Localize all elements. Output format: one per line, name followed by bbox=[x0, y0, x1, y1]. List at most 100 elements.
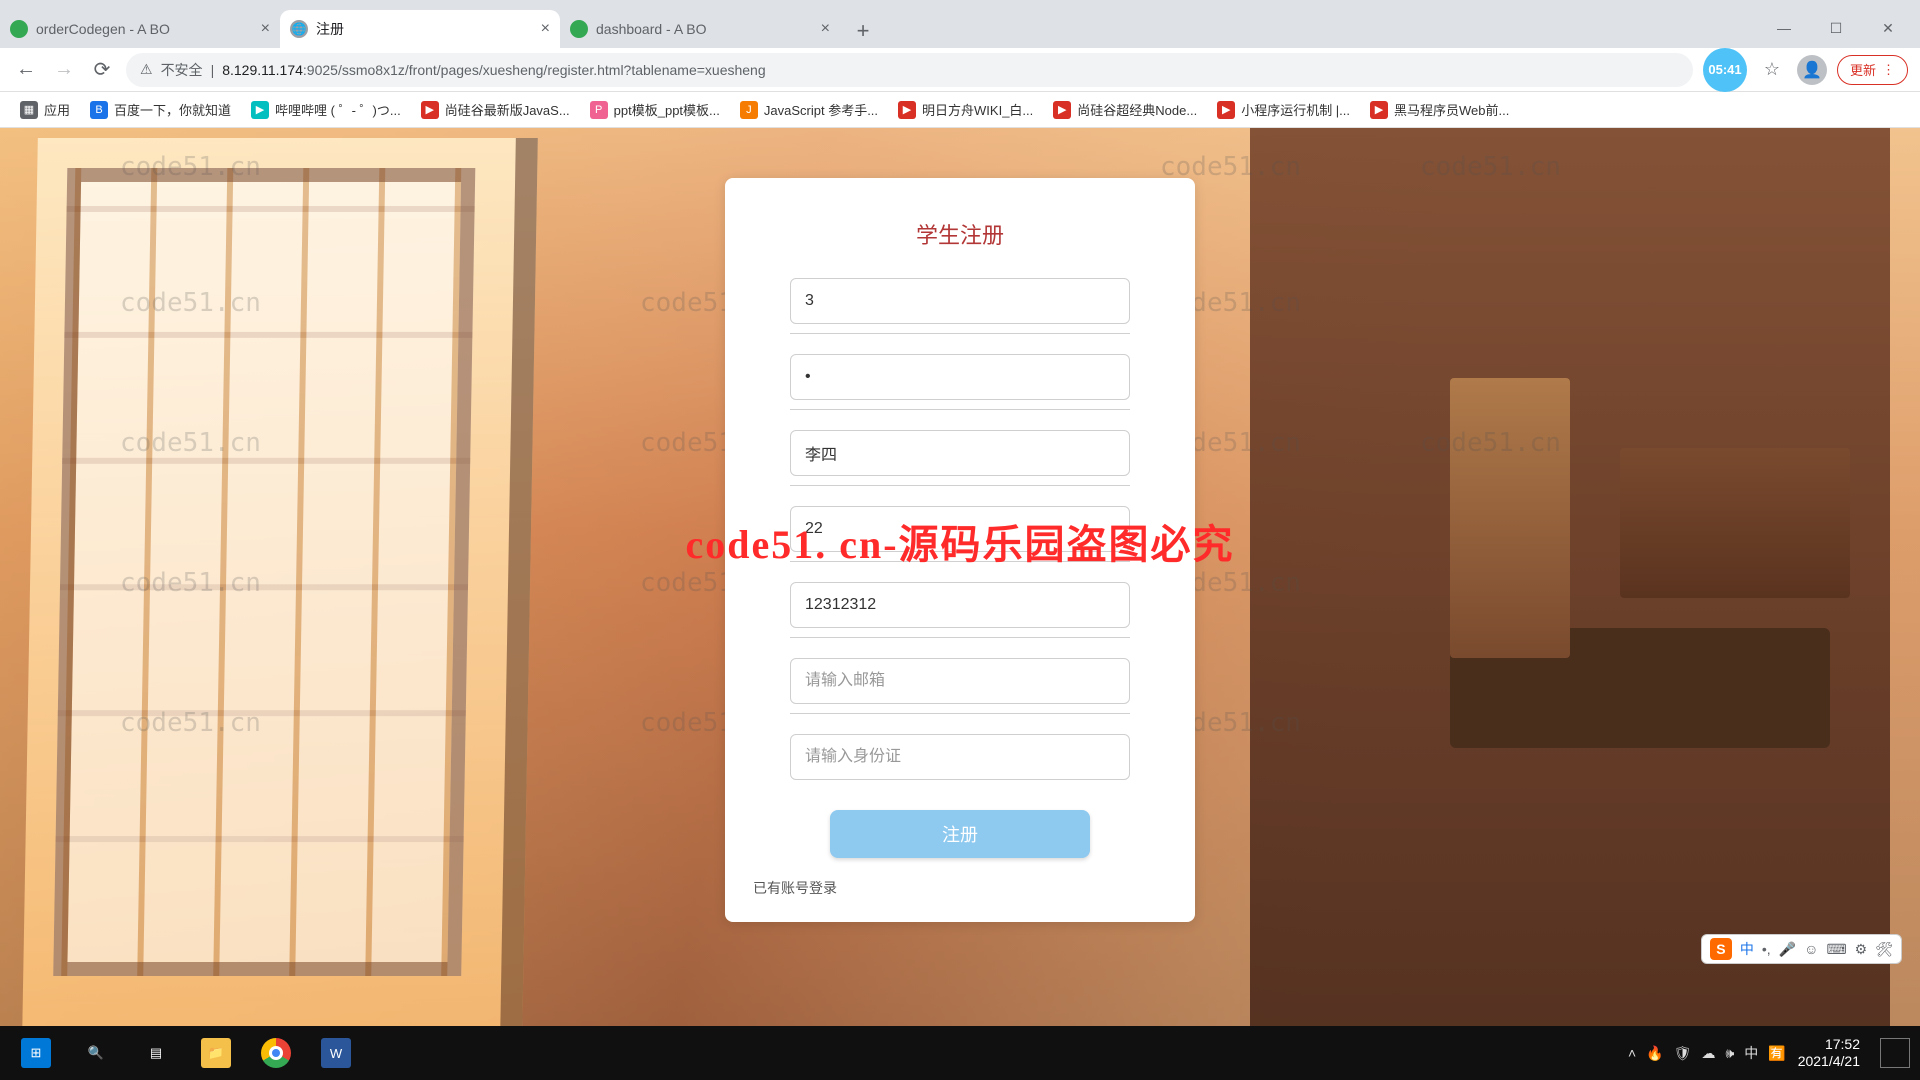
bookmark-bilibili[interactable]: ▶哔哩哔哩 ( ゜- ゜)つ... bbox=[243, 96, 409, 123]
tab-title: 注册 bbox=[316, 19, 533, 39]
bookmark-icon: ▶ bbox=[1053, 101, 1071, 119]
ime-tool-icon[interactable]: 🛠 bbox=[1875, 941, 1893, 958]
apps-icon: ▦ bbox=[20, 101, 38, 119]
idcard-input[interactable] bbox=[790, 734, 1130, 780]
tray-flame-icon[interactable]: 🔥 bbox=[1646, 1045, 1663, 1062]
extension-badge[interactable]: 05:41 bbox=[1703, 48, 1747, 92]
favicon-icon bbox=[10, 20, 28, 38]
username-input[interactable] bbox=[790, 278, 1130, 324]
security-label: 不安全 bbox=[161, 60, 203, 80]
back-button[interactable]: ← bbox=[12, 56, 40, 84]
bookmark-star-icon[interactable]: ☆ bbox=[1757, 55, 1787, 85]
word-icon: W bbox=[321, 1038, 351, 1068]
forward-button[interactable]: → bbox=[50, 56, 78, 84]
age-input[interactable] bbox=[790, 506, 1130, 552]
page-content: code51.cn code51.cn code51.cn code51.cn … bbox=[0, 128, 1920, 1026]
clock-time: 17:52 bbox=[1798, 1036, 1860, 1053]
close-icon[interactable]: × bbox=[261, 20, 270, 38]
background-decor bbox=[22, 138, 538, 1026]
card-title: 学生注册 bbox=[753, 218, 1167, 250]
bookmark-javas[interactable]: ▶尚硅谷最新版JavaS... bbox=[413, 96, 578, 123]
bookmark-icon: P bbox=[590, 101, 608, 119]
search-icon: 🔍 bbox=[81, 1038, 111, 1068]
bookmark-arknights[interactable]: ▶明日方舟WIKI_白... bbox=[890, 96, 1041, 123]
address-row: ← → ⟳ ⚠ 不安全 | 8.129.11.174:9025/ssmo8x1z… bbox=[0, 48, 1920, 92]
bookmarks-bar: ▦ 应用 B百度一下，你就知道 ▶哔哩哔哩 ( ゜- ゜)つ... ▶尚硅谷最新… bbox=[0, 92, 1920, 128]
bookmark-icon: ▶ bbox=[898, 101, 916, 119]
bookmark-ppt[interactable]: Pppt模板_ppt模板... bbox=[582, 96, 728, 123]
browser-tab-strip: orderCodegen - A BO × 🌐 注册 × dashboard -… bbox=[0, 0, 1920, 48]
close-window-button[interactable]: ✕ bbox=[1864, 8, 1912, 48]
bookmark-icon: J bbox=[740, 101, 758, 119]
apps-button[interactable]: ▦ 应用 bbox=[12, 96, 78, 123]
separator: | bbox=[211, 62, 215, 78]
favicon-icon bbox=[570, 20, 588, 38]
address-bar[interactable]: ⚠ 不安全 | 8.129.11.174:9025/ssmo8x1z/front… bbox=[126, 53, 1693, 87]
tabs-container: orderCodegen - A BO × 🌐 注册 × dashboard -… bbox=[0, 0, 880, 48]
taskbar-clock[interactable]: 17:52 2021/4/21 bbox=[1798, 1036, 1860, 1070]
tray-lang-icon[interactable]: 中 bbox=[1744, 1043, 1758, 1063]
window-controls: — ☐ ✕ bbox=[1760, 8, 1912, 48]
profile-avatar[interactable]: 👤 bbox=[1797, 55, 1827, 85]
tray-shield-icon[interactable]: 🛡 bbox=[1674, 1045, 1692, 1062]
bookmark-icon: ▶ bbox=[1217, 101, 1235, 119]
explorer-button[interactable]: 📁 bbox=[190, 1026, 242, 1080]
ime-mic-icon[interactable]: 🎤 bbox=[1779, 941, 1796, 958]
bookmark-icon: ▶ bbox=[1370, 101, 1388, 119]
menu-icon: ⋮ bbox=[1882, 62, 1895, 78]
password-input[interactable] bbox=[790, 354, 1130, 400]
tray-cloud-icon[interactable]: ☁ bbox=[1701, 1045, 1715, 1062]
start-button[interactable]: ⊞ bbox=[10, 1026, 62, 1080]
new-tab-button[interactable]: + bbox=[846, 14, 880, 48]
system-tray[interactable]: ˄ 🔥 🛡 ☁ 🕪 中 🈶 bbox=[1628, 1043, 1786, 1063]
email-input[interactable] bbox=[790, 658, 1130, 704]
close-icon[interactable]: × bbox=[821, 20, 830, 38]
tab-dashboard[interactable]: dashboard - A BO × bbox=[560, 10, 840, 48]
globe-icon: 🌐 bbox=[290, 20, 308, 38]
tab-order-codegen[interactable]: orderCodegen - A BO × bbox=[0, 10, 280, 48]
ime-face-icon[interactable]: ☺ bbox=[1804, 941, 1818, 957]
taskbar: ⊞ 🔍 ▤ 📁 W ˄ 🔥 🛡 ☁ 🕪 中 🈶 17:52 2021/4/21 bbox=[0, 1026, 1920, 1080]
bookmark-icon: B bbox=[90, 101, 108, 119]
ime-toolbar[interactable]: S 中 •, 🎤 ☺ ⌨ ⚙ 🛠 bbox=[1701, 934, 1902, 964]
tab-register[interactable]: 🌐 注册 × bbox=[280, 10, 560, 48]
ime-keyboard-icon[interactable]: ⌨ bbox=[1826, 941, 1846, 958]
taskview-icon: ▤ bbox=[141, 1038, 171, 1068]
maximize-button[interactable]: ☐ bbox=[1812, 8, 1860, 48]
register-button[interactable]: 注册 bbox=[830, 810, 1090, 858]
word-button[interactable]: W bbox=[310, 1026, 362, 1080]
bookmark-miniprogram[interactable]: ▶小程序运行机制 |... bbox=[1209, 96, 1358, 123]
ime-brand-icon: S bbox=[1710, 938, 1732, 960]
bookmark-node[interactable]: ▶尚硅谷超经典Node... bbox=[1045, 96, 1205, 123]
ime-punct-icon[interactable]: •, bbox=[1762, 941, 1771, 957]
notification-button[interactable] bbox=[1880, 1038, 1910, 1068]
update-button[interactable]: 更新⋮ bbox=[1837, 55, 1908, 85]
tray-up-icon[interactable]: ˄ bbox=[1628, 1045, 1636, 1061]
url-text: 8.129.11.174:9025/ssmo8x1z/front/pages/x… bbox=[222, 62, 765, 78]
login-link[interactable]: 已有账号登录 bbox=[753, 878, 1167, 898]
task-view-button[interactable]: ▤ bbox=[130, 1026, 182, 1080]
folder-icon: 📁 bbox=[201, 1038, 231, 1068]
chrome-button[interactable] bbox=[250, 1026, 302, 1080]
tab-title: orderCodegen - A BO bbox=[36, 21, 253, 37]
bookmark-js-ref[interactable]: JJavaScript 参考手... bbox=[732, 96, 886, 123]
phone-input[interactable] bbox=[790, 582, 1130, 628]
close-icon[interactable]: × bbox=[541, 20, 550, 38]
ime-gear-icon[interactable]: ⚙ bbox=[1855, 941, 1868, 958]
warning-icon: ⚠ bbox=[140, 61, 153, 78]
minimize-button[interactable]: — bbox=[1760, 8, 1808, 48]
ime-lang[interactable]: 中 bbox=[1740, 939, 1754, 959]
chrome-icon bbox=[261, 1038, 291, 1068]
search-button[interactable]: 🔍 bbox=[70, 1026, 122, 1080]
bookmark-baidu[interactable]: B百度一下，你就知道 bbox=[82, 96, 239, 123]
name-input[interactable] bbox=[790, 430, 1130, 476]
tab-title: dashboard - A BO bbox=[596, 21, 813, 37]
bookmark-icon: ▶ bbox=[251, 101, 269, 119]
register-card: 学生注册 注册 已有账号登录 bbox=[725, 178, 1195, 922]
tray-ime-icon[interactable]: 🈶 bbox=[1768, 1045, 1785, 1062]
background-decor bbox=[1250, 128, 1890, 1026]
reload-button[interactable]: ⟳ bbox=[88, 56, 116, 84]
bookmark-heima[interactable]: ▶黑马程序员Web前... bbox=[1362, 96, 1517, 123]
tray-sound-icon[interactable]: 🕪 bbox=[1725, 1045, 1734, 1062]
clock-date: 2021/4/21 bbox=[1798, 1053, 1860, 1070]
